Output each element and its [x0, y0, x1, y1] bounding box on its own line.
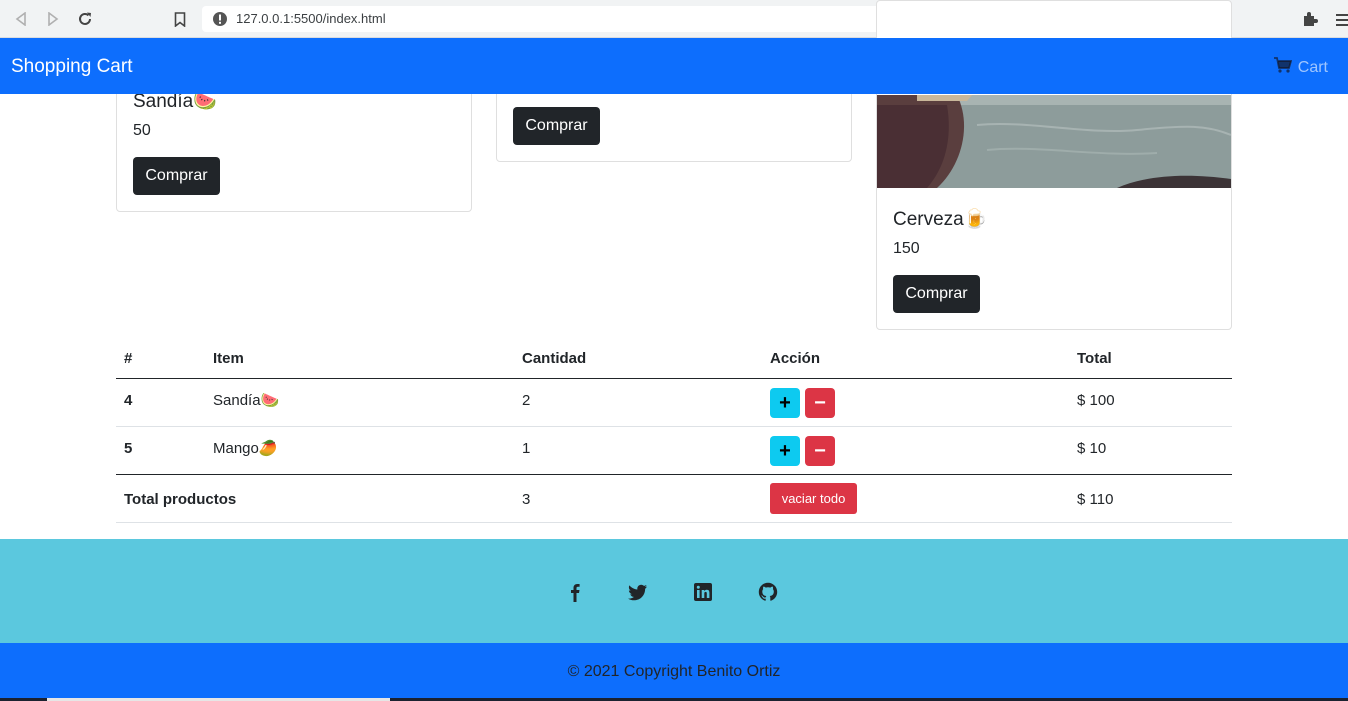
product-title: Cerveza🍺	[893, 209, 988, 230]
forward-icon[interactable]	[43, 9, 63, 29]
site-info-icon[interactable]	[212, 11, 228, 31]
table-header: # Item Cantidad Acción Total	[116, 340, 1232, 378]
cart-icon	[1273, 57, 1292, 78]
beer-photo	[877, 95, 1231, 188]
twitter-icon[interactable]	[628, 582, 648, 602]
copyright-text: © 2021 Copyright Benito Ortiz	[567, 663, 781, 680]
cart-link[interactable]: Cart	[1273, 57, 1328, 78]
row-item: Mango🥭	[213, 440, 278, 457]
cart-label: Cart	[1297, 58, 1328, 76]
header-item: Item	[213, 350, 244, 367]
github-icon[interactable]	[758, 582, 778, 602]
buy-button[interactable]: Comprar	[133, 157, 220, 195]
header-action: Acción	[770, 350, 821, 367]
header-id: #	[124, 350, 133, 367]
navbar: Shopping Cart Cart	[0, 38, 1348, 94]
table-row: 5 Mango🥭 1 + − $ 10	[116, 427, 1232, 474]
row-id: 5	[124, 440, 133, 457]
facebook-icon[interactable]	[565, 582, 585, 602]
grand-total: $ 110	[1077, 491, 1114, 508]
product-image	[877, 95, 1231, 188]
increase-button[interactable]: +	[770, 388, 800, 418]
extensions-icon[interactable]	[1302, 11, 1318, 31]
footer-social	[0, 539, 1348, 643]
back-icon[interactable]	[11, 9, 31, 29]
header-quantity: Cantidad	[522, 350, 587, 367]
header-total: Total	[1077, 350, 1112, 367]
buy-button[interactable]: Comprar	[513, 107, 600, 145]
row-total: $ 10	[1077, 440, 1107, 457]
menu-icon[interactable]	[1336, 12, 1348, 31]
linkedin-icon[interactable]	[693, 582, 713, 602]
footer-copyright-bar: © 2021 Copyright Benito Ortiz	[0, 643, 1348, 701]
url-text: 127.0.0.1:5500/index.html	[236, 11, 386, 26]
empty-cart-button[interactable]: vaciar todo	[770, 483, 857, 514]
product-price: 50	[133, 122, 151, 139]
total-quantity: 3	[522, 491, 531, 508]
bookmark-icon[interactable]	[170, 9, 190, 29]
row-id: 4	[124, 392, 133, 409]
increase-button[interactable]: +	[770, 436, 800, 466]
decrease-button[interactable]: −	[805, 436, 835, 466]
product-price: 150	[893, 240, 920, 257]
row-quantity: 1	[522, 440, 531, 457]
table-footer-row: Total productos 3 vaciar todo $ 110	[116, 475, 1232, 522]
table-bottom-line	[116, 522, 1232, 523]
navbar-brand[interactable]: Shopping Cart	[11, 56, 132, 78]
decrease-button[interactable]: −	[805, 388, 835, 418]
reload-icon[interactable]	[75, 9, 95, 29]
buy-button[interactable]: Comprar	[893, 275, 980, 313]
row-total: $ 100	[1077, 392, 1115, 409]
table-row: 4 Sandía🍉 2 + − $ 100	[116, 379, 1232, 426]
row-item: Sandía🍉	[213, 392, 280, 409]
total-products-label: Total productos	[124, 491, 237, 508]
row-quantity: 2	[522, 392, 531, 409]
